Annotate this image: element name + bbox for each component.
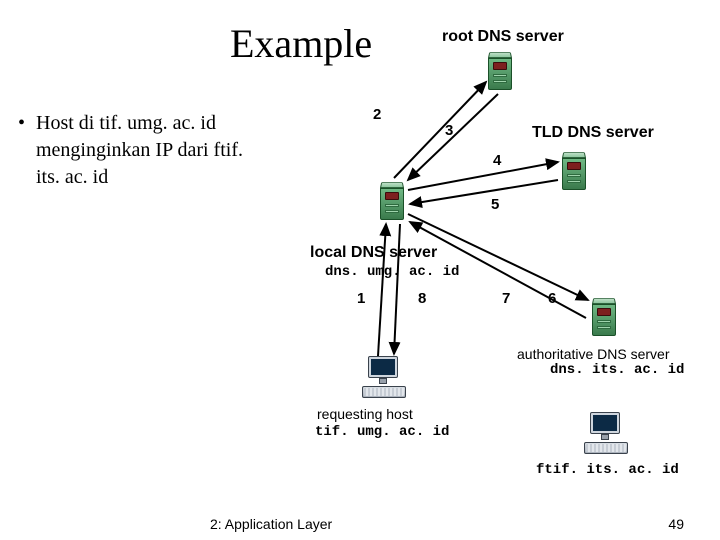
tld-dns-label: TLD DNS server <box>532 124 654 142</box>
local-dns-label: local DNS server <box>310 244 437 262</box>
slide-number: 49 <box>668 516 684 532</box>
auth-dns-server-icon <box>592 296 616 336</box>
step-2: 2 <box>373 106 381 123</box>
step-4: 4 <box>493 152 501 169</box>
requesting-host-icon <box>360 356 410 400</box>
local-dns-host: dns. umg. ac. id <box>325 264 459 280</box>
auth-dns-label: authoritative DNS server <box>517 346 670 362</box>
step-6: 6 <box>548 290 556 307</box>
root-dns-label: root DNS server <box>442 28 564 46</box>
local-dns-server-icon <box>380 180 404 220</box>
tld-dns-server-icon <box>562 150 586 190</box>
step-1: 1 <box>357 290 365 307</box>
auth-dns-host: dns. its. ac. id <box>550 362 684 378</box>
ftif-host-icon <box>582 412 632 456</box>
bullet-block: Host di tif. umg. ac. id menginginkan IP… <box>18 110 248 191</box>
bullet-text: Host di tif. umg. ac. id menginginkan IP… <box>36 110 248 191</box>
slide-title: Example <box>230 20 372 67</box>
step-3: 3 <box>445 122 453 139</box>
step-8: 8 <box>418 290 426 307</box>
ftif-host-name: ftif. its. ac. id <box>536 462 679 478</box>
root-dns-server-icon <box>488 50 512 90</box>
requesting-host-label: requesting host <box>317 406 413 422</box>
footer-section: 2: Application Layer <box>210 516 332 532</box>
requesting-host-name: tif. umg. ac. id <box>315 424 449 440</box>
step-7: 7 <box>502 290 510 307</box>
step-5: 5 <box>491 196 499 213</box>
